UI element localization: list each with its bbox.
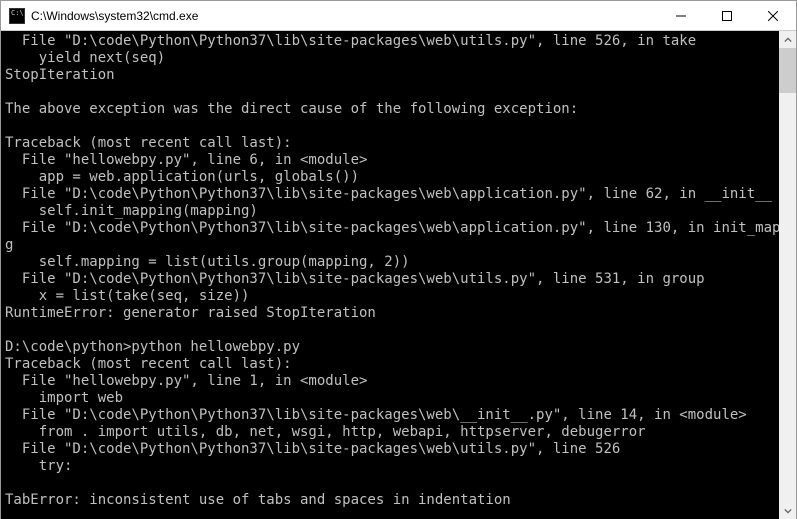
window-titlebar: C:\Windows\system32\cmd.exe (1, 1, 796, 31)
console-output[interactable]: File "D:\code\Python\Python37\lib\site-p… (1, 31, 779, 519)
chevron-up-icon (784, 36, 792, 44)
minimize-button[interactable] (658, 1, 704, 30)
scroll-up-button[interactable] (779, 31, 796, 48)
chevron-down-icon (784, 507, 792, 515)
cmd-icon (9, 8, 25, 24)
close-icon (768, 11, 778, 21)
vertical-scrollbar[interactable] (779, 31, 796, 519)
close-button[interactable] (750, 1, 796, 30)
window-title: C:\Windows\system32\cmd.exe (31, 9, 658, 23)
minimize-icon (676, 11, 686, 21)
maximize-icon (722, 11, 732, 21)
maximize-button[interactable] (704, 1, 750, 30)
window-controls (658, 1, 796, 30)
scroll-thumb[interactable] (779, 48, 796, 93)
scroll-down-button[interactable] (779, 502, 796, 519)
console-area: File "D:\code\Python\Python37\lib\site-p… (1, 31, 796, 519)
